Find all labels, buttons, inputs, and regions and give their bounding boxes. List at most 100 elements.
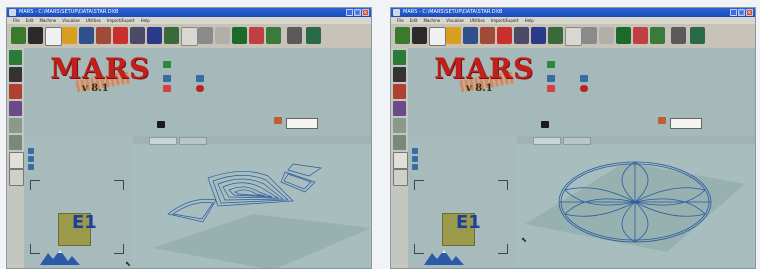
open-folder-icon[interactable] — [62, 27, 77, 44]
select-tool-icon[interactable] — [393, 50, 406, 65]
menu-import-export[interactable]: Import/Export — [107, 17, 135, 24]
shape-tool-icon[interactable] — [393, 101, 406, 116]
menu-edit[interactable]: Edit — [26, 17, 34, 24]
measure-tool-icon[interactable] — [393, 118, 406, 133]
screenshot-left: MARS - C:\MARS\SETUP\DATA\STAR.DXB _ □ ×… — [6, 7, 372, 269]
stop-icon — [196, 85, 204, 92]
tool-icon-2 — [580, 75, 588, 82]
menu-edit[interactable]: Edit — [410, 17, 418, 24]
toolpath-icon[interactable] — [548, 27, 563, 44]
maximize-button[interactable]: □ — [354, 9, 361, 16]
window-tool-icon[interactable] — [181, 27, 198, 46]
3d-viewport[interactable]: ⬉ — [517, 136, 755, 268]
new-document-icon[interactable] — [45, 27, 62, 46]
menu-import-export[interactable]: Import/Export — [491, 17, 519, 24]
disk-icon[interactable] — [28, 27, 43, 44]
menu-help[interactable]: Help — [141, 17, 150, 24]
diamond-icon[interactable] — [690, 27, 705, 44]
material-preview — [286, 118, 318, 129]
spiral-tool-icon[interactable] — [9, 169, 24, 186]
screenshot-right: MARS - C:\MARS\SETUP\DATA\STAR.DXB _ □ ×… — [390, 7, 756, 269]
curve-tool-icon[interactable] — [393, 152, 408, 169]
tool-type-icon — [157, 121, 165, 128]
menu-utilities[interactable]: Utilities — [86, 17, 101, 24]
red-tool-icon[interactable] — [113, 27, 128, 44]
menu-help[interactable]: Help — [525, 17, 534, 24]
layers-tool-icon[interactable] — [266, 27, 281, 44]
toolpath-render — [153, 163, 371, 268]
new-document-icon[interactable] — [429, 27, 446, 46]
disabled-tool-icon[interactable] — [599, 27, 614, 44]
crop-mark — [114, 244, 124, 254]
3d-viewport[interactable]: ⬉ — [125, 136, 371, 268]
spiral-tool-icon[interactable] — [393, 169, 408, 186]
main-toolbar — [391, 24, 755, 48]
menu-machine[interactable]: Machine — [423, 17, 440, 24]
machine-tool-icon[interactable] — [531, 27, 546, 44]
disabled-tool-icon[interactable] — [215, 27, 230, 44]
tree-tool-icon[interactable] — [232, 27, 247, 44]
menu-file[interactable]: File — [13, 17, 20, 24]
app-icon — [393, 9, 400, 16]
diamond-icon[interactable] — [306, 27, 321, 44]
disk-icon[interactable] — [412, 27, 427, 44]
menu-file[interactable]: File — [397, 17, 404, 24]
layer-indicator: E1 — [58, 212, 97, 246]
minimize-button[interactable]: _ — [346, 9, 353, 16]
node-tool-icon[interactable] — [9, 135, 22, 150]
material-icon — [163, 61, 171, 68]
select-tool-icon[interactable] — [9, 50, 22, 65]
left-toolbar — [391, 48, 409, 268]
text-tool-icon[interactable] — [9, 67, 22, 82]
app-icon — [9, 9, 16, 16]
warning-icon — [163, 85, 171, 92]
machine-tool-icon[interactable] — [147, 27, 162, 44]
grid-tool-icon[interactable] — [130, 27, 145, 44]
tool-icon-2 — [196, 75, 204, 82]
cut-icon[interactable] — [96, 27, 111, 44]
side-panel: E1 — [24, 136, 133, 268]
maximize-button[interactable]: □ — [738, 9, 745, 16]
mountain-logo-icon — [40, 250, 80, 265]
menu-visualize[interactable]: Visualize — [446, 17, 464, 24]
menu-bar: File Edit Machine Visualize Utilities Im… — [391, 17, 755, 24]
left-toolbar — [7, 48, 25, 268]
shape-tool-icon[interactable] — [9, 101, 22, 116]
print-icon[interactable] — [287, 27, 302, 44]
node-tool-icon[interactable] — [393, 135, 406, 150]
toolpath-icon[interactable] — [164, 27, 179, 44]
menu-visualize[interactable]: Visualize — [62, 17, 80, 24]
dim-tool-icon[interactable] — [198, 27, 213, 44]
menu-machine[interactable]: Machine — [39, 17, 56, 24]
tree-tool-icon[interactable] — [616, 27, 631, 44]
save-icon[interactable] — [79, 27, 94, 44]
pen-tool-icon[interactable] — [9, 84, 22, 99]
app-version: v 8.1 — [466, 83, 493, 94]
save-icon[interactable] — [463, 27, 478, 44]
rotate-tool-icon[interactable] — [249, 27, 264, 44]
open-folder-icon[interactable] — [446, 27, 461, 44]
close-button[interactable]: × — [362, 9, 369, 16]
crop-mark — [30, 244, 40, 254]
close-button[interactable]: × — [746, 9, 753, 16]
menu-utilities[interactable]: Utilities — [470, 17, 485, 24]
window-tool-icon[interactable] — [565, 27, 582, 46]
minimize-button[interactable]: _ — [730, 9, 737, 16]
layers-tool-icon[interactable] — [650, 27, 665, 44]
cut-icon[interactable] — [480, 27, 495, 44]
grid-tool-icon[interactable] — [514, 27, 529, 44]
text-tool-icon[interactable] — [393, 67, 406, 82]
layer-label: E1 — [72, 212, 97, 233]
green-tool-icon[interactable] — [395, 27, 410, 44]
stop-icon — [580, 85, 588, 92]
measure-tool-icon[interactable] — [9, 118, 22, 133]
curve-tool-icon[interactable] — [9, 152, 24, 169]
print-icon[interactable] — [671, 27, 686, 44]
pen-tool-icon[interactable] — [393, 84, 406, 99]
menu-bar: File Edit Machine Visualize Utilities Im… — [7, 17, 371, 24]
dim-tool-icon[interactable] — [582, 27, 597, 44]
mouse-cursor: ⬉ — [521, 236, 527, 244]
green-tool-icon[interactable] — [11, 27, 26, 44]
red-tool-icon[interactable] — [497, 27, 512, 44]
rotate-tool-icon[interactable] — [633, 27, 648, 44]
